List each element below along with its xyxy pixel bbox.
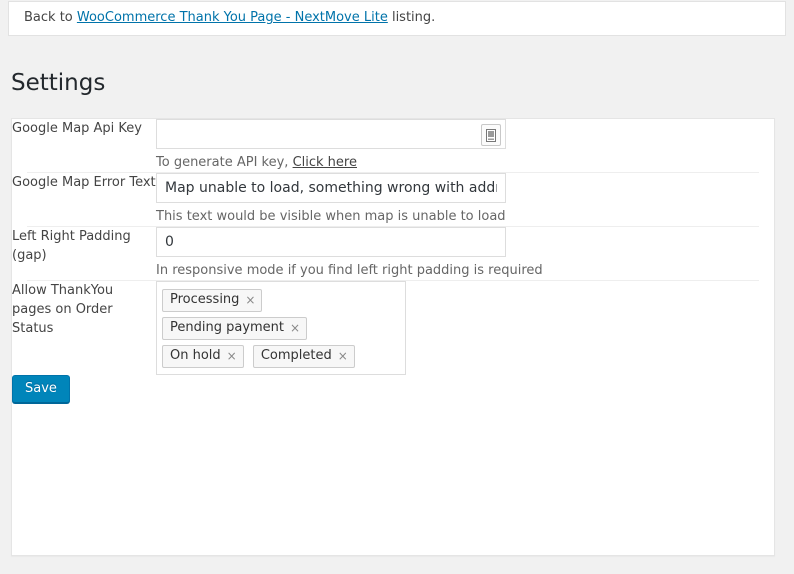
page-title: Settings <box>11 60 105 102</box>
desc-prefix: To generate API key, <box>156 155 293 170</box>
field-control-order-status: Processing × Pending payment × On hold × <box>156 281 774 375</box>
error-text-input-wrap <box>156 173 506 203</box>
notice-suffix: listing. <box>388 10 435 25</box>
chip-label: On hold <box>170 348 221 364</box>
close-icon[interactable]: × <box>227 350 237 362</box>
generate-api-key-link[interactable]: Click here <box>293 155 357 170</box>
google-map-api-key-input[interactable] <box>156 119 506 149</box>
settings-row-left-right-padding: Left Right Padding (gap) In responsive m… <box>12 227 774 280</box>
settings-row-order-status: Allow ThankYou pages on Order Status Pro… <box>12 281 774 375</box>
plugin-listing-link[interactable]: WooCommerce Thank You Page - NextMove Li… <box>77 10 388 25</box>
actions-cell: Save <box>12 375 774 403</box>
field-label-left-right-padding: Left Right Padding (gap) <box>12 227 156 280</box>
google-map-error-text-input[interactable] <box>156 173 506 203</box>
save-button[interactable]: Save <box>12 375 70 403</box>
settings-row-google-map-api-key: Google Map Api Key To generate API key, <box>12 119 774 172</box>
field-label-google-map-api-key: Google Map Api Key <box>12 119 156 172</box>
chip-label: Processing <box>170 292 239 308</box>
field-label-order-status: Allow ThankYou pages on Order Status <box>12 281 156 375</box>
field-label-google-map-error-text: Google Map Error Text <box>12 173 156 226</box>
field-control-left-right-padding: In responsive mode if you find left righ… <box>156 227 774 280</box>
field-control-google-map-api-key: To generate API key, Click here <box>156 119 774 172</box>
field-control-google-map-error-text: This text would be visible when map is u… <box>156 173 774 226</box>
settings-row-google-map-error-text: Google Map Error Text This text would be… <box>12 173 774 226</box>
close-icon[interactable]: × <box>245 294 255 306</box>
order-status-chip[interactable]: On hold × <box>162 345 244 368</box>
order-status-multiselect[interactable]: Processing × Pending payment × On hold × <box>156 281 406 375</box>
notice-prefix: Back to <box>24 10 77 25</box>
left-right-padding-input[interactable] <box>156 227 506 257</box>
chip-label: Pending payment <box>170 320 284 336</box>
close-icon[interactable]: × <box>290 322 300 334</box>
close-icon[interactable]: × <box>338 350 348 362</box>
settings-form-table: Google Map Api Key To generate API key, <box>12 119 774 403</box>
field-description-google-map-error-text: This text would be visible when map is u… <box>156 208 774 226</box>
settings-row-actions: Save <box>12 375 774 403</box>
autofill-icon[interactable] <box>481 124 501 146</box>
order-status-chip[interactable]: Pending payment × <box>162 317 307 340</box>
order-status-chip[interactable]: Processing × <box>162 289 262 312</box>
notice-text: Back to WooCommerce Thank You Page - Nex… <box>24 9 435 27</box>
chip-label: Completed <box>261 348 332 364</box>
settings-card: Google Map Api Key To generate API key, <box>11 118 775 556</box>
field-description-left-right-padding: In responsive mode if you find left righ… <box>156 262 774 280</box>
api-key-input-wrap <box>156 119 506 149</box>
padding-input-wrap <box>156 227 506 257</box>
order-status-chip[interactable]: Completed × <box>253 345 355 368</box>
field-description-google-map-api-key: To generate API key, Click here <box>156 154 774 172</box>
back-to-listing-notice: Back to WooCommerce Thank You Page - Nex… <box>8 1 786 36</box>
